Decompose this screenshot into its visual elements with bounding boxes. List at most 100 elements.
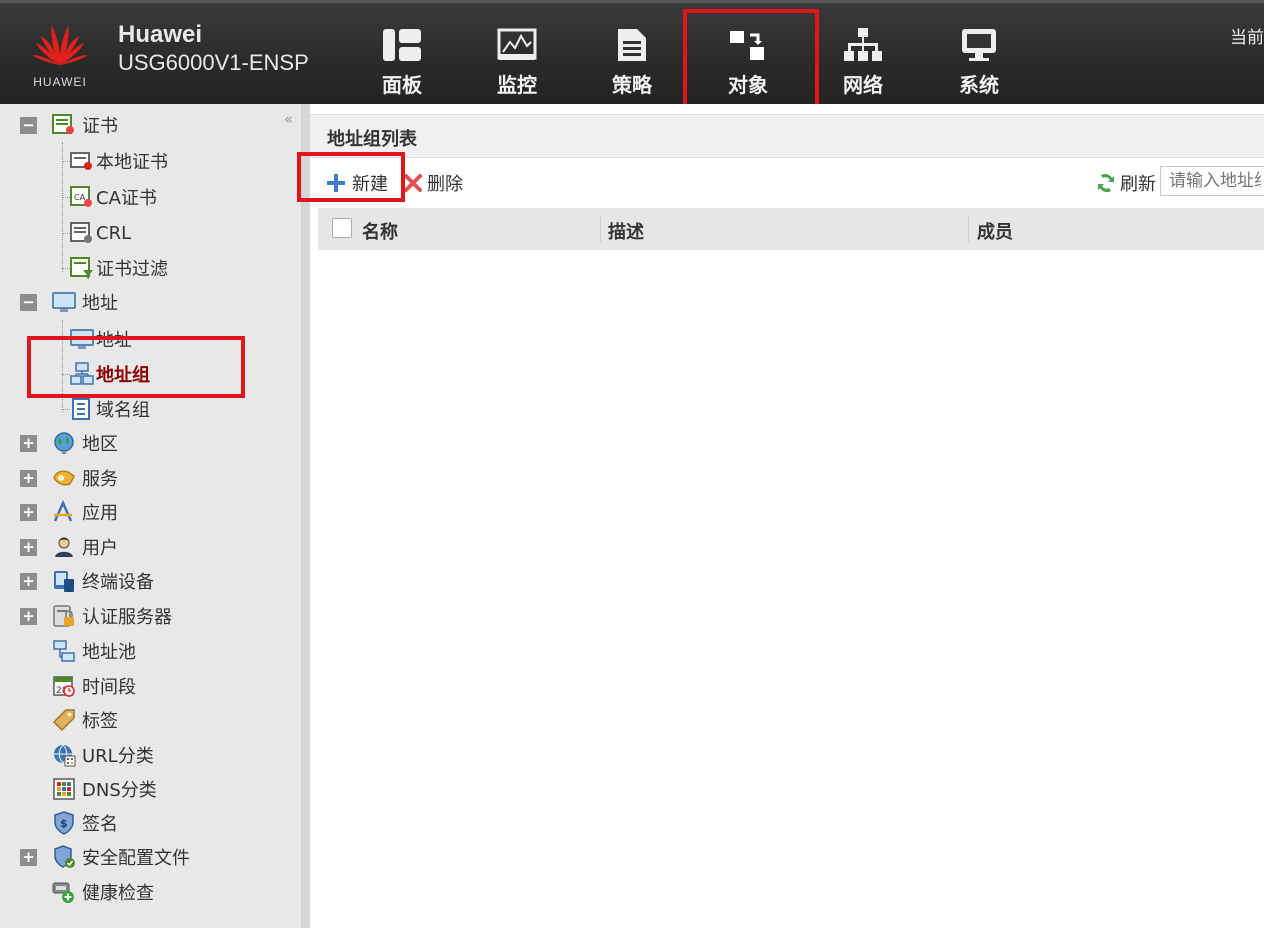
- sidebar-item-label: 地址: [96, 330, 132, 351]
- sidebar-item-user[interactable]: + 用户: [0, 532, 118, 562]
- collapse-icon[interactable]: −: [20, 293, 37, 311]
- sidebar-item-region[interactable]: + 地区: [0, 428, 118, 458]
- huawei-logo-icon: [32, 25, 88, 65]
- nav-network[interactable]: 网络: [823, 25, 903, 98]
- new-button[interactable]: 新建: [326, 170, 388, 196]
- sidebar-item-label: 时间段: [82, 677, 136, 698]
- nav-label: 网络: [843, 73, 883, 97]
- panel-header: 地址组列表: [310, 114, 1264, 158]
- sidebar: « − 证书 本地证书 CA CA证书 CRL 证书过滤 − 地址 地址 地址组…: [0, 104, 302, 928]
- expand-icon[interactable]: +: [20, 538, 37, 556]
- delete-button-label: 删除: [427, 174, 463, 195]
- sidebar-item-terminal-device[interactable]: + 终端设备: [0, 566, 154, 596]
- svg-text:CA: CA: [74, 193, 86, 202]
- expand-icon[interactable]: +: [20, 607, 37, 625]
- dashboard-icon: [362, 25, 442, 65]
- expand-icon[interactable]: +: [20, 848, 37, 866]
- logo-text: HUAWEI: [33, 75, 87, 89]
- sidebar-item-dns-category[interactable]: DNS分类: [0, 774, 157, 804]
- expand-icon[interactable]: +: [20, 469, 37, 487]
- collapse-sidebar-icon[interactable]: «: [284, 110, 293, 128]
- sidebar-item-address-sub[interactable]: 地址: [62, 324, 132, 354]
- url-category-icon: [52, 743, 76, 767]
- sidebar-item-signature[interactable]: $ 签名: [0, 808, 118, 838]
- address-icon: [52, 290, 76, 314]
- current-user-text: 当前: [1230, 28, 1264, 48]
- sidebar-item-tag[interactable]: 标签: [0, 705, 118, 735]
- delete-icon: [403, 173, 423, 193]
- nav-system[interactable]: 系统: [939, 25, 1019, 98]
- sidebar-item-crl[interactable]: CRL: [62, 218, 131, 248]
- expand-icon[interactable]: +: [20, 503, 37, 521]
- sidebar-item-local-certificate[interactable]: 本地证书: [62, 146, 168, 176]
- sidebar-item-label: 地区: [82, 434, 118, 455]
- sidebar-item-health-check[interactable]: 健康检查: [0, 877, 154, 907]
- address-group-icon: [70, 362, 94, 386]
- column-divider[interactable]: [968, 216, 969, 242]
- column-header-name[interactable]: 名称: [362, 218, 398, 244]
- column-header-description[interactable]: 描述: [608, 218, 644, 244]
- expand-icon[interactable]: +: [20, 572, 37, 590]
- domain-group-icon: [70, 397, 94, 421]
- terminal-device-icon: [52, 569, 76, 593]
- sidebar-item-application[interactable]: + 应用: [0, 497, 118, 527]
- sidebar-item-service[interactable]: + 服务: [0, 463, 118, 493]
- delete-button[interactable]: 删除: [403, 170, 463, 196]
- column-divider[interactable]: [600, 216, 601, 242]
- sidebar-item-security-profile[interactable]: + 安全配置文件: [0, 842, 190, 872]
- sidebar-item-label: 本地证书: [96, 152, 168, 173]
- nav-label: 对象: [728, 73, 768, 97]
- sidebar-item-label: 用户: [82, 538, 118, 559]
- sidebar-item-certificate[interactable]: − 证书: [0, 110, 118, 140]
- sidebar-item-label: 域名组: [96, 400, 150, 421]
- sidebar-item-auth-server[interactable]: + 认证服务器: [0, 601, 172, 631]
- sidebar-item-label: DNS分类: [82, 780, 157, 801]
- sidebar-item-label: 地址池: [82, 642, 136, 663]
- sidebar-item-url-category[interactable]: URL分类: [0, 740, 154, 770]
- address-pool-icon: [52, 639, 76, 663]
- sidebar-splitter[interactable]: [302, 104, 310, 928]
- sidebar-item-label: 健康检查: [82, 883, 154, 904]
- sidebar-item-label: CA证书: [96, 188, 157, 209]
- health-check-icon: [52, 880, 76, 904]
- nav-label: 系统: [959, 73, 999, 97]
- sidebar-item-label: 地址: [82, 293, 118, 314]
- ca-certificate-icon: CA: [70, 185, 94, 209]
- auth-server-icon: [52, 604, 76, 628]
- sidebar-item-label: 标签: [82, 711, 118, 732]
- sidebar-item-address[interactable]: − 地址: [0, 287, 118, 317]
- column-header-members[interactable]: 成员: [977, 218, 1013, 244]
- object-icon: [708, 25, 788, 65]
- sidebar-item-label: 地址组: [96, 365, 150, 386]
- address-icon: [70, 327, 94, 351]
- expand-icon[interactable]: +: [20, 434, 37, 452]
- nav-monitor[interactable]: 监控: [477, 25, 557, 98]
- refresh-button[interactable]: 刷新: [1096, 170, 1156, 196]
- nav-dashboard[interactable]: 面板: [362, 25, 442, 98]
- dns-category-icon: [52, 777, 76, 801]
- nav-object[interactable]: 对象: [708, 25, 788, 98]
- globe-icon: [52, 431, 76, 455]
- sidebar-item-certificate-filter[interactable]: 证书过滤: [62, 253, 168, 283]
- local-certificate-icon: [70, 149, 94, 173]
- collapse-icon[interactable]: −: [20, 116, 37, 134]
- sidebar-item-ca-certificate[interactable]: CA CA证书: [62, 182, 157, 212]
- service-icon: [52, 466, 76, 490]
- network-icon: [823, 25, 903, 65]
- sidebar-item-address-group[interactable]: 地址组: [62, 359, 150, 389]
- sidebar-item-address-pool[interactable]: 地址池: [0, 636, 136, 666]
- sidebar-item-label: 证书: [82, 116, 118, 137]
- sidebar-item-time-range[interactable]: 28 时间段: [0, 671, 136, 701]
- sidebar-item-label: 证书过滤: [96, 259, 168, 280]
- main-content: 地址组列表 新建 删除 刷新 名称 描述 成员: [310, 104, 1264, 928]
- sidebar-item-label: 认证服务器: [82, 607, 172, 628]
- search-input[interactable]: [1160, 166, 1264, 196]
- select-all-checkbox[interactable]: [332, 218, 352, 238]
- sidebar-item-label: URL分类: [82, 746, 154, 767]
- signature-shield-icon: $: [52, 811, 76, 835]
- sidebar-item-domain-group[interactable]: 域名组: [62, 394, 150, 424]
- certificate-icon: [52, 113, 76, 137]
- security-profile-icon: [52, 845, 76, 869]
- nav-policy[interactable]: 策略: [592, 25, 672, 98]
- user-icon: [52, 535, 76, 559]
